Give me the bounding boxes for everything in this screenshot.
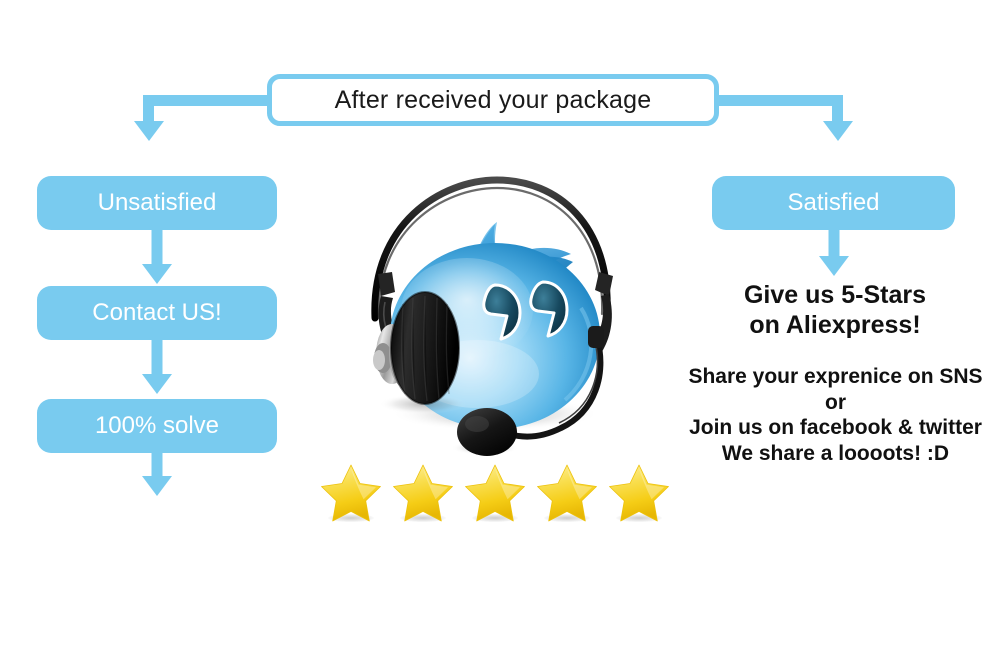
social-share-line-3: Join us on facebook & twitter xyxy=(689,416,982,440)
rating-request-heading-line-1: Give us 5-Stars xyxy=(743,281,927,309)
elbow-right-horizontal xyxy=(715,95,843,106)
arrow-head xyxy=(142,264,172,284)
arrow-head xyxy=(819,256,849,276)
arrow-stem xyxy=(151,230,163,266)
flow-box-unsatisfied-label: Unsatisfied xyxy=(97,189,217,216)
down-arrow-satisfied-to-rating xyxy=(804,230,864,288)
social-share-line-1: Share your exprenice on SNS xyxy=(688,365,983,388)
star-icon xyxy=(536,461,598,523)
customer-support-droplet-mascot xyxy=(345,168,630,460)
title-box: After received your package xyxy=(267,74,719,126)
star-icon xyxy=(320,461,382,523)
down-arrow-unsatisfied-to-contact xyxy=(127,230,187,288)
social-share-line-2: or xyxy=(825,390,846,414)
rating-request-heading: Give us 5-Stars on Aliexpress! xyxy=(680,281,990,340)
flow-box-100-percent-solve-label: 100% solve xyxy=(94,412,220,439)
elbow-left-arrowhead xyxy=(134,121,164,141)
elbow-arrow-right xyxy=(715,95,853,165)
elbow-left-horizontal xyxy=(143,95,271,106)
star-icon xyxy=(392,461,454,523)
infographic-canvas: After received your package Unsatisfied … xyxy=(0,0,1000,667)
star-icon xyxy=(608,461,670,523)
down-arrow-contact-to-solve xyxy=(127,340,187,398)
flow-box-satisfied: Satisfied xyxy=(712,176,955,230)
elbow-right-arrowhead xyxy=(823,121,853,141)
arrow-stem xyxy=(151,453,163,478)
arrow-stem xyxy=(151,340,163,376)
title-label: After received your package xyxy=(334,85,652,114)
star-rating xyxy=(320,461,670,523)
elbow-arrow-left xyxy=(134,95,271,165)
rating-request-heading-line-2: on Aliexpress! xyxy=(749,310,921,339)
social-share-line-4: We share a loooots! :D xyxy=(721,441,950,465)
flow-box-contact-us: Contact US! xyxy=(37,286,277,340)
arrow-head xyxy=(142,476,172,496)
elbow-left-vertical xyxy=(143,95,154,123)
elbow-right-vertical xyxy=(832,95,843,123)
flow-box-contact-us-label: Contact US! xyxy=(92,299,222,326)
social-share-text: Share your exprenice on SNS or Join us o… xyxy=(668,364,1000,466)
down-arrow-solve-end xyxy=(127,453,187,501)
star-icon xyxy=(464,461,526,523)
arrow-head xyxy=(142,374,172,394)
flow-box-satisfied-label: Satisfied xyxy=(787,189,880,216)
flow-box-unsatisfied: Unsatisfied xyxy=(37,176,277,230)
arrow-stem xyxy=(828,230,840,258)
flow-box-100-percent-solve: 100% solve xyxy=(37,399,277,453)
